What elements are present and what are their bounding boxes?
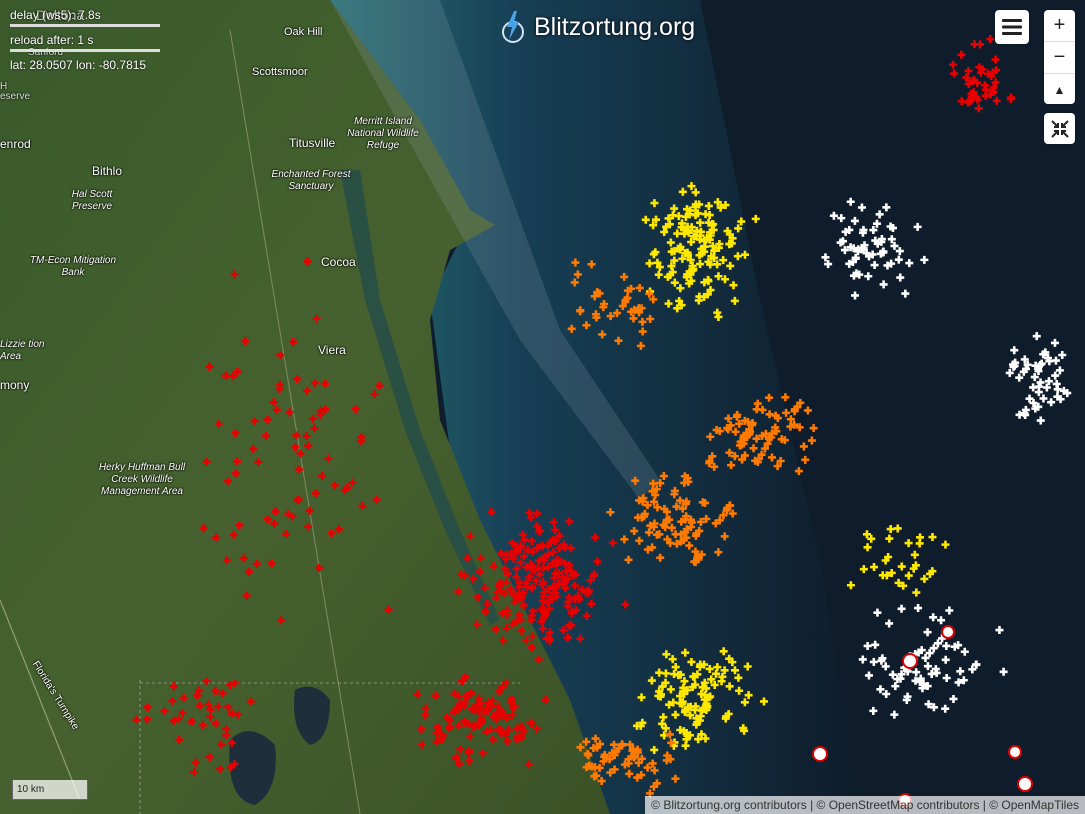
place-enchanted-forest: Enchanted Forest Sanctuary [271, 169, 351, 192]
reload-label: reload after: 1 s [10, 33, 94, 47]
recent-strike-marker [902, 653, 918, 669]
coords-label: lat: 28.0507 lon: -80.7815 [10, 58, 147, 72]
status-overlay: delay (ws5): 7.8s reload after: 1 s lat:… [10, 8, 160, 74]
reset-north-button[interactable]: ▲ [1044, 74, 1075, 105]
place-cocoa: Cocoa [321, 255, 356, 269]
delay-bar [10, 24, 160, 27]
place-titusville: Titusville [289, 136, 336, 150]
recent-strike-marker [941, 625, 955, 639]
place-reserve: H eserve [0, 81, 31, 102]
place-merritt-island: Merritt Island National Wildlife Refuge [347, 116, 419, 151]
place-mony: mony [0, 378, 30, 392]
place-oak-hill: Oak Hill [284, 26, 323, 38]
zoom-in-button[interactable]: + [1044, 10, 1075, 42]
scale-bar: 10 km [12, 780, 88, 800]
recent-strike-marker [1017, 776, 1033, 792]
collapse-button[interactable] [1044, 113, 1075, 144]
place-herky: Herky Huffman Bull Creek Wildlife Manage… [98, 462, 186, 497]
reload-bar [10, 49, 160, 52]
place-hal-scott: Hal Scott Preserve [71, 189, 113, 212]
lightning-bolt-icon [502, 11, 524, 43]
place-enrod: enrod [0, 137, 31, 151]
place-tm-econ: TM-Econ Mitigation Bank [29, 255, 117, 278]
recent-strike-marker [1008, 745, 1022, 759]
place-scottsmoor: Scottsmoor [252, 66, 308, 78]
zoom-out-button[interactable]: − [1044, 42, 1075, 74]
zoom-control: + − ▲ [1044, 10, 1075, 104]
place-viera: Viera [318, 343, 346, 357]
menu-icon [1002, 19, 1022, 35]
delay-label: delay (ws5): 7.8s [10, 8, 101, 22]
recent-strike-marker [812, 746, 828, 762]
strike-map[interactable] [0, 0, 1085, 814]
place-lizzie: Lizzie tion Area [0, 339, 45, 362]
brand-title: Blitzortung.org [534, 12, 696, 41]
brand[interactable]: Blitzortung.org [500, 10, 695, 44]
menu-button[interactable] [995, 10, 1029, 44]
attribution[interactable]: © Blitzortung.org contributors | © OpenS… [645, 796, 1085, 814]
collapse-icon [1050, 119, 1069, 138]
place-bithlo: Bithlo [92, 164, 123, 178]
